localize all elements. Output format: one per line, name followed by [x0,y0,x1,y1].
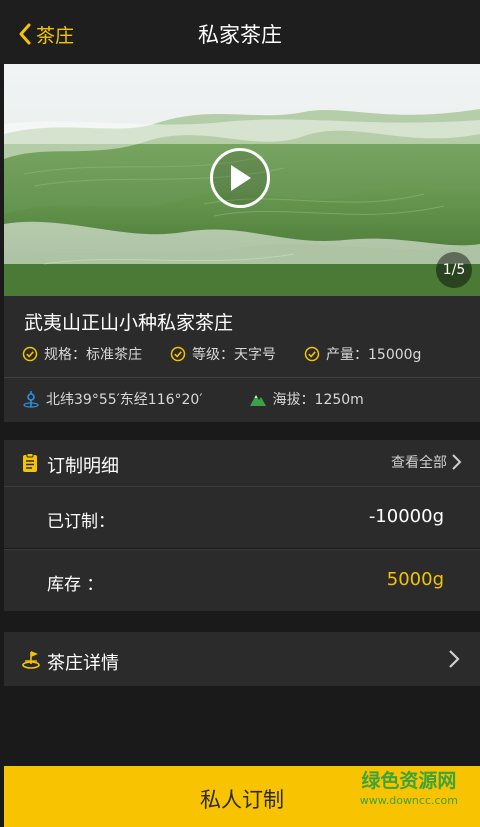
estate-detail-title: 茶庄详情 [47,653,119,674]
chevron-right-icon [449,650,460,668]
spec-label: 产量：15000g [326,347,422,363]
check-circle-icon [170,346,186,362]
mountain-icon [249,395,266,406]
altitude-text: 海拔：1250m [272,392,364,408]
spec-row: 规格：标准茶庄 等级：天字号 产量：15000g [22,343,472,365]
ordered-value: -10000g [368,506,444,527]
play-video-button[interactable] [210,148,270,208]
altitude: 海拔：1250m [249,389,364,409]
divider [4,377,480,378]
page-title: 私家茶庄 [198,23,282,47]
coordinates: 北纬39°55′东经116°20′ [22,389,203,409]
watermark: 绿色资源网 www.downcc.com [359,770,458,807]
stock-row: 库存 ： 5000g [4,549,480,611]
stock-label: 库存 ： [47,575,104,595]
spec-item: 等级：天字号 [170,344,276,364]
clipboard-icon [23,453,37,472]
view-all-link[interactable]: 查看全部 [391,452,462,472]
watermark-name: 绿色资源网 [361,770,457,792]
spec-item: 规格：标准茶庄 [22,344,142,364]
ordered-row: 已订制： -10000g [4,486,480,548]
estate-name: 武夷山正山小种私家茶庄 [24,312,234,334]
location-pin-icon [23,391,39,408]
section-gap [4,422,480,440]
ordered-label: 已订制： [47,512,115,532]
geo-row: 北纬39°55′东经116°20′ 海拔：1250m [22,388,472,410]
coordinates-text: 北纬39°55′东经116°20′ [46,392,203,408]
estate-icon [22,651,40,669]
order-detail-title: 订制明细 [47,456,119,477]
section-gap [4,612,480,632]
nav-bar: 茶庄 私家茶庄 [0,0,480,64]
spec-label: 等级：天字号 [192,347,276,363]
gallery-page-indicator: 1/5 [436,252,472,288]
estate-detail-row[interactable]: 茶庄详情 [4,632,480,686]
view-all-label: 查看全部 [391,455,447,471]
order-detail-header: 订制明细 查看全部 [4,440,480,486]
spec-item: 产量：15000g [304,344,421,364]
check-circle-icon [304,346,320,362]
chevron-right-icon [452,454,462,470]
hero-media[interactable]: 1/5 [4,64,480,296]
check-circle-icon [22,346,38,362]
private-order-button[interactable]: 私人订制 绿色资源网 www.downcc.com [4,766,480,827]
estate-info-panel: 武夷山正山小种私家茶庄 规格：标准茶庄 等级：天字号 产量：15000g 北纬3… [4,296,480,422]
stock-value: 5000g [386,569,444,590]
spec-label: 规格：标准茶庄 [44,347,142,363]
play-icon [231,165,251,191]
watermark-url: www.downcc.com [359,794,458,807]
